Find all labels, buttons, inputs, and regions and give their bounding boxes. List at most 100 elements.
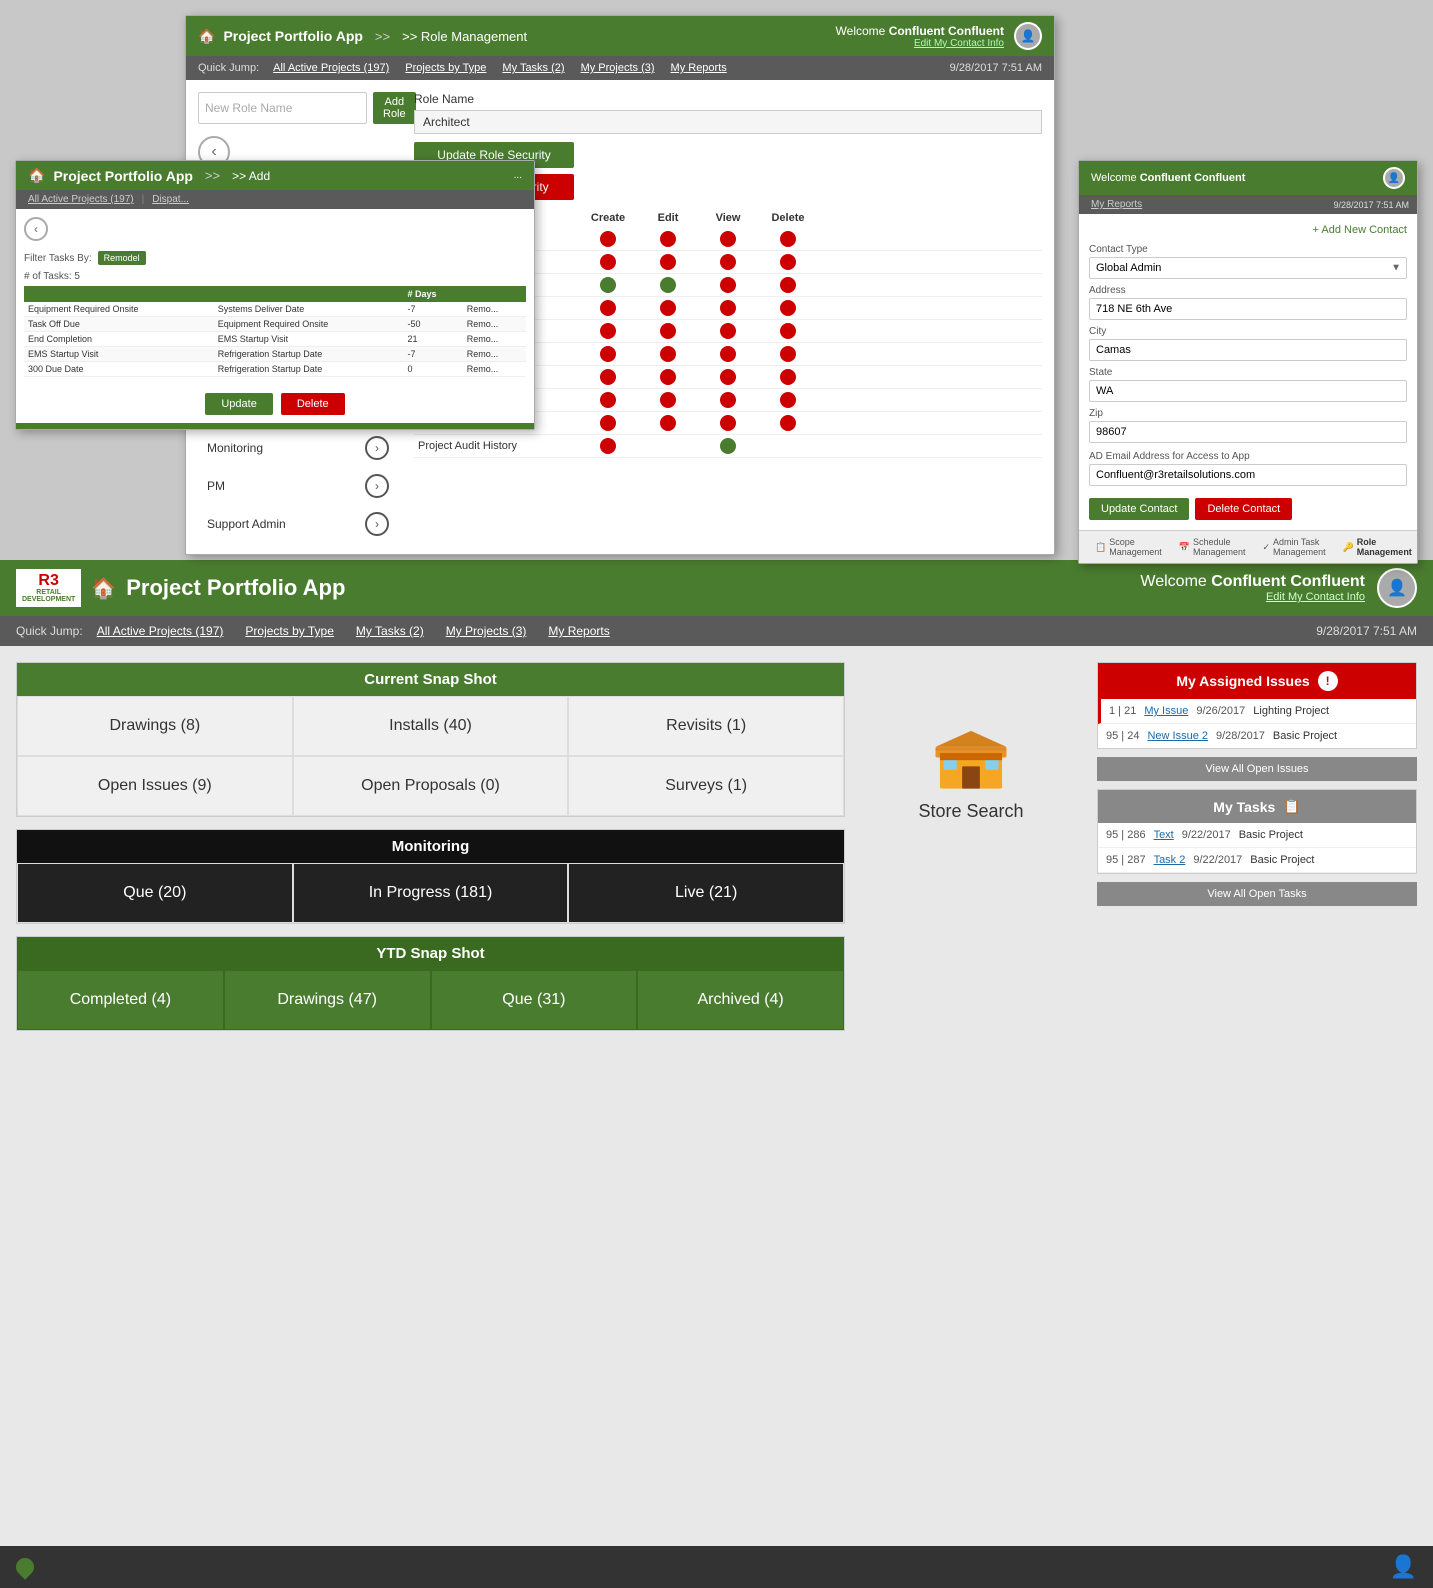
task-link-1[interactable]: Text xyxy=(1154,829,1174,841)
home-icon[interactable]: 🏠 xyxy=(198,28,215,45)
window-app-title: Project Portfolio App xyxy=(223,28,362,44)
main-welcome: Welcome Confluent Confluent Edit My Cont… xyxy=(1140,573,1365,603)
edit-contact-link[interactable]: Edit My Contact Info xyxy=(836,38,1004,49)
contact-window: Welcome Confluent Confluent 👤 My Reports… xyxy=(1078,160,1418,564)
new-role-name-input[interactable] xyxy=(198,92,367,124)
stat-in-progress[interactable]: In Progress (181) xyxy=(293,863,569,923)
role-item-pm[interactable]: PM › xyxy=(198,468,398,504)
main-nav-all-projects[interactable]: All Active Projects (197) xyxy=(89,622,232,640)
task-link-2[interactable]: Task 2 xyxy=(1154,854,1186,866)
stat-revisits[interactable]: Revisits (1) xyxy=(568,696,844,756)
state-label: State xyxy=(1089,367,1407,378)
welcome-text: Welcome Confluent Confluent Edit My Cont… xyxy=(836,24,1004,49)
add-contact-row[interactable]: + Add New Contact xyxy=(1089,224,1407,236)
tab-role-management[interactable]: 🔑 Role Management xyxy=(1335,535,1420,559)
tab-admin-task-management[interactable]: ✓ Admin Task Management xyxy=(1255,535,1334,559)
nav-my-tasks[interactable]: My Tasks (2) xyxy=(496,60,570,76)
contact-body: + Add New Contact Contact Type Global Ad… xyxy=(1079,214,1417,530)
tab-scope-management[interactable]: 📋 Scope Management xyxy=(1087,535,1170,559)
stat-drawings[interactable]: Drawings (8) xyxy=(17,696,293,756)
address-label: Address xyxy=(1089,285,1407,296)
my-tasks-header: My Tasks 📋 xyxy=(1098,790,1416,823)
nav-projects-by-type[interactable]: Projects by Type xyxy=(399,60,492,76)
contact-type-wrapper: Global Admin ▼ xyxy=(1089,257,1407,279)
schedule-mgmt-icon: 📅 xyxy=(1179,542,1190,553)
contact-nav-reports[interactable]: My Reports xyxy=(1087,198,1146,211)
current-stat-grid: Drawings (8) Installs (40) Revisits (1) … xyxy=(17,696,844,816)
contact-type-select[interactable]: Global Admin xyxy=(1089,257,1407,279)
filter-label: Filter Tasks By: xyxy=(24,253,92,264)
alert-badge: ! xyxy=(1318,671,1338,691)
perm-header-view: View xyxy=(698,212,758,224)
main-edit-contact-link[interactable]: Edit My Contact Info xyxy=(1140,591,1365,603)
admin-task-icon: ✓ xyxy=(1263,542,1271,553)
quick-jump-label: Quick Jump: xyxy=(198,62,259,74)
update-task-button[interactable]: Update xyxy=(205,393,272,415)
view-all-issues-button[interactable]: View All Open Issues xyxy=(1097,757,1417,781)
stat-open-issues[interactable]: Open Issues (9) xyxy=(17,756,293,816)
tasks-home-icon[interactable]: 🏠 xyxy=(28,167,45,184)
tasks-breadcrumb: >> Add xyxy=(232,169,270,183)
nav-all-projects[interactable]: All Active Projects (197) xyxy=(267,60,395,76)
city-input[interactable] xyxy=(1089,339,1407,361)
stat-ytd-drawings[interactable]: Drawings (47) xyxy=(224,970,431,1030)
current-snap-shot-section: Current Snap Shot Drawings (8) Installs … xyxy=(16,662,845,817)
address-input[interactable] xyxy=(1089,298,1407,320)
role-item-monitoring[interactable]: Monitoring › xyxy=(198,430,398,466)
tasks-nav-all-projects[interactable]: All Active Projects (197) xyxy=(24,193,138,206)
my-assigned-issues-header: My Assigned Issues ! xyxy=(1098,663,1416,699)
stat-archived[interactable]: Archived (4) xyxy=(637,970,844,1030)
store-search-label: Store Search xyxy=(918,801,1023,822)
contact-tabs: 📋 Scope Management 📅 Schedule Management… xyxy=(1079,530,1417,563)
issue-row-2: 95 | 24 New Issue 2 9/28/2017 Basic Proj… xyxy=(1098,724,1416,748)
clipboard-icon: 📋 xyxy=(1283,798,1300,815)
delete-contact-button[interactable]: Delete Contact xyxy=(1195,498,1292,520)
role-arrow-monitoring[interactable]: › xyxy=(365,436,389,460)
main-header: R3 RETAILDEVELOPMENT 🏠 Project Portfolio… xyxy=(0,560,1433,616)
perm-header-edit: Edit xyxy=(638,212,698,224)
task-table-row-2: End Completion EMS Startup Visit 21 Remo… xyxy=(24,332,526,347)
role-arrow-pm[interactable]: › xyxy=(365,474,389,498)
stat-que[interactable]: Que (20) xyxy=(17,863,293,923)
contact-window-header: Welcome Confluent Confluent 👤 xyxy=(1079,161,1417,195)
contact-avatar: 👤 xyxy=(1383,167,1405,189)
stat-surveys[interactable]: Surveys (1) xyxy=(568,756,844,816)
main-nav-my-projects[interactable]: My Projects (3) xyxy=(438,622,535,640)
ad-email-input[interactable] xyxy=(1089,464,1407,486)
issue-link-2[interactable]: New Issue 2 xyxy=(1147,730,1208,742)
stat-installs[interactable]: Installs (40) xyxy=(293,696,569,756)
main-home-icon[interactable]: 🏠 xyxy=(91,576,116,601)
add-contact-label[interactable]: + Add New Contact xyxy=(1313,224,1407,236)
state-input[interactable] xyxy=(1089,380,1407,402)
stat-ytd-que[interactable]: Que (31) xyxy=(431,970,638,1030)
main-nav-my-tasks[interactable]: My Tasks (2) xyxy=(348,622,432,640)
main-nav-my-reports[interactable]: My Reports xyxy=(540,622,617,640)
tab-schedule-management[interactable]: 📅 Schedule Management xyxy=(1171,535,1254,559)
nav-date: 9/28/2017 7:51 AM xyxy=(950,62,1042,74)
stat-open-proposals[interactable]: Open Proposals (0) xyxy=(293,756,569,816)
view-all-tasks-button[interactable]: View All Open Tasks xyxy=(1097,882,1417,906)
store-icon xyxy=(926,722,1016,793)
store-search-icon-wrap[interactable]: Store Search xyxy=(911,722,1031,822)
breadcrumb-page: >> Role Management xyxy=(402,29,527,44)
role-item-supportadmin[interactable]: Support Admin › xyxy=(198,506,398,542)
tasks-nav-filter[interactable]: Dispat... xyxy=(148,193,193,206)
filter-badge: Remodel xyxy=(98,251,146,265)
update-contact-button[interactable]: Update Contact xyxy=(1089,498,1189,520)
main-nav-projects-by-type[interactable]: Projects by Type xyxy=(237,622,342,640)
city-label: City xyxy=(1089,326,1407,337)
add-role-button[interactable]: Add Role xyxy=(373,92,416,124)
nav-my-reports[interactable]: My Reports xyxy=(665,60,733,76)
issue-link-1[interactable]: My Issue xyxy=(1144,705,1188,717)
tasks-tbody: Equipment Required Onsite Systems Delive… xyxy=(24,302,526,377)
issues-list: 1 | 21 My Issue 9/26/2017 Lighting Proje… xyxy=(1098,699,1416,748)
nav-my-projects[interactable]: My Projects (3) xyxy=(575,60,661,76)
tasks-back-button[interactable]: ‹ xyxy=(24,217,48,241)
delete-task-button[interactable]: Delete xyxy=(281,393,345,415)
task-table-row-3: EMS Startup Visit Refrigeration Startup … xyxy=(24,347,526,362)
role-mgmt-icon: 🔑 xyxy=(1343,542,1354,553)
zip-input[interactable] xyxy=(1089,421,1407,443)
stat-completed[interactable]: Completed (4) xyxy=(17,970,224,1030)
stat-live[interactable]: Live (21) xyxy=(568,863,844,923)
role-arrow-supportadmin[interactable]: › xyxy=(365,512,389,536)
